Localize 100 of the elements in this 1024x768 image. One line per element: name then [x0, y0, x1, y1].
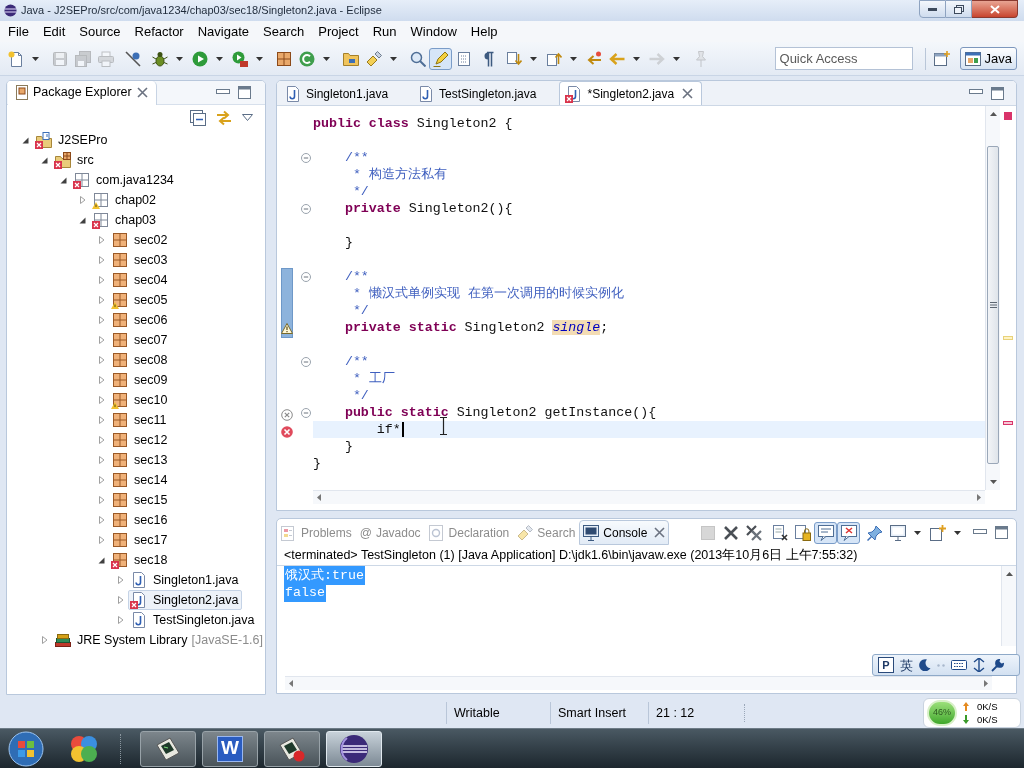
view-tab[interactable]: @ Javadoc: [355, 520, 425, 545]
scroll-right-icon[interactable]: [984, 680, 988, 687]
caret-down-icon[interactable]: [390, 56, 397, 61]
maximize-icon[interactable]: [995, 526, 1008, 539]
fold-minus-icon[interactable]: [301, 356, 311, 367]
menu-item[interactable]: Refactor: [127, 21, 191, 42]
tree-item[interactable]: chap03: [90, 210, 160, 230]
taskbar-button[interactable]: [140, 730, 196, 767]
menu-item[interactable]: Navigate: [190, 21, 256, 42]
menu-item[interactable]: File: [1, 21, 36, 42]
caret-down-icon[interactable]: [914, 530, 921, 535]
tree-item[interactable]: src: [52, 150, 98, 170]
tree-item[interactable]: sec15: [109, 490, 172, 510]
tree-item[interactable]: chap02: [90, 190, 160, 210]
close-icon[interactable]: [654, 527, 666, 538]
link-arrows-icon[interactable]: [216, 109, 232, 126]
tree-item[interactable]: com.java1234: [71, 170, 178, 190]
maximize-icon[interactable]: [991, 86, 1004, 100]
tree-item[interactable]: sec03: [109, 250, 172, 270]
maximize-icon[interactable]: [238, 86, 251, 99]
menu-item[interactable]: Help: [463, 21, 505, 42]
tree-item[interactable]: sec07: [109, 330, 172, 350]
tree-item[interactable]: sec12: [109, 430, 172, 450]
minimize-icon[interactable]: [969, 89, 983, 97]
tree-item[interactable]: sec08: [109, 350, 172, 370]
caret-down-icon[interactable]: [954, 530, 961, 535]
tree-item[interactable]: sec16: [109, 510, 172, 530]
tree-item[interactable]: JRE System Library [JavaSE-1.6]: [52, 630, 265, 650]
keyboard-icon[interactable]: [951, 660, 967, 670]
start-orb-icon[interactable]: [8, 730, 44, 767]
close-button[interactable]: [972, 0, 1018, 18]
toolbar-button[interactable]: [429, 47, 452, 70]
close-icon[interactable]: [136, 87, 148, 98]
menu-item[interactable]: Edit: [35, 21, 73, 42]
scroll-right-icon[interactable]: [977, 494, 981, 501]
view-tab[interactable]: Console: [579, 520, 670, 545]
fold-minus-icon[interactable]: [301, 271, 311, 282]
warning-marker[interactable]: [1003, 336, 1013, 340]
restore-button[interactable]: [946, 0, 972, 18]
tree-item[interactable]: sec13: [109, 450, 172, 470]
scroll-left-icon[interactable]: [317, 494, 321, 501]
close-icon[interactable]: [682, 88, 694, 99]
menu-item[interactable]: Window: [403, 21, 464, 42]
ime-logo[interactable]: P: [878, 657, 894, 673]
tree-item[interactable]: sec09: [109, 370, 172, 390]
caret-down-icon[interactable]: [323, 56, 330, 61]
minimize-icon[interactable]: [216, 88, 230, 97]
collapse-all-icon[interactable]: [190, 109, 206, 126]
caret-down-icon[interactable]: [32, 56, 39, 61]
editor-tab[interactable]: TestSingleton.java: [411, 81, 560, 105]
perspective-button[interactable]: Java: [959, 47, 1017, 70]
editor-tab[interactable]: *Singleton2.java: [559, 81, 703, 105]
tree-item[interactable]: sec18: [109, 550, 172, 570]
scrollbar-thumb[interactable]: [987, 146, 999, 464]
tree-item[interactable]: sec04: [109, 270, 172, 290]
view-menu-icon[interactable]: [242, 114, 253, 121]
tree-item[interactable]: sec10: [109, 390, 172, 410]
scroll-up-icon[interactable]: [989, 112, 997, 116]
error-marker[interactable]: [1003, 421, 1013, 425]
tree-item[interactable]: sec11: [109, 410, 171, 430]
caret-down-icon[interactable]: [176, 56, 183, 61]
split-arrows-icon[interactable]: [973, 658, 985, 672]
scroll-down-icon[interactable]: [989, 480, 997, 484]
tree-item[interactable]: sec14: [109, 470, 172, 490]
toolbar-button[interactable]: [837, 521, 860, 544]
minimize-icon[interactable]: [973, 528, 987, 537]
fold-minus-icon[interactable]: [301, 407, 311, 418]
quick-access-field[interactable]: Quick Access: [774, 47, 913, 70]
caret-down-icon[interactable]: [256, 56, 263, 61]
minimize-button[interactable]: [919, 0, 946, 18]
tree-item[interactable]: Singleton2.java: [128, 590, 243, 610]
menu-item[interactable]: Source: [72, 21, 128, 42]
view-tab[interactable]: Package Explorer: [8, 81, 157, 105]
editor-tab[interactable]: Singleton1.java: [278, 81, 412, 105]
wrench-icon[interactable]: [991, 658, 1004, 672]
tree-item[interactable]: sec06: [109, 310, 172, 330]
caret-down-icon[interactable]: [633, 56, 640, 61]
tree-item[interactable]: sec05: [109, 290, 172, 310]
menu-item[interactable]: Run: [365, 21, 404, 42]
caret-down-icon[interactable]: [570, 56, 577, 61]
taskbar-button[interactable]: [264, 730, 320, 767]
tree-item[interactable]: Singleton1.java: [128, 570, 243, 590]
tree-item[interactable]: sec02: [109, 230, 172, 250]
moon-icon[interactable]: [919, 659, 931, 671]
toolbar-button[interactable]: [814, 521, 837, 544]
fold-minus-icon[interactable]: [301, 152, 311, 163]
input-mode-toggle[interactable]: 英: [900, 658, 913, 672]
view-tab[interactable]: Declaration: [424, 520, 514, 545]
fold-minus-icon[interactable]: [301, 203, 311, 214]
caret-down-icon[interactable]: [530, 56, 537, 61]
window-plus-icon[interactable]: [933, 50, 950, 67]
tree-item[interactable]: sec17: [109, 530, 172, 550]
view-tab[interactable]: Search: [513, 520, 580, 545]
tree-item[interactable]: J2SEPro: [33, 130, 112, 150]
view-tab[interactable]: Problems: [277, 520, 356, 545]
tree-item[interactable]: TestSingleton.java: [128, 610, 259, 630]
scroll-left-icon[interactable]: [289, 680, 293, 687]
scroll-up-icon[interactable]: [1005, 572, 1013, 576]
menu-item[interactable]: Project: [311, 21, 366, 42]
caret-down-icon[interactable]: [216, 56, 223, 61]
